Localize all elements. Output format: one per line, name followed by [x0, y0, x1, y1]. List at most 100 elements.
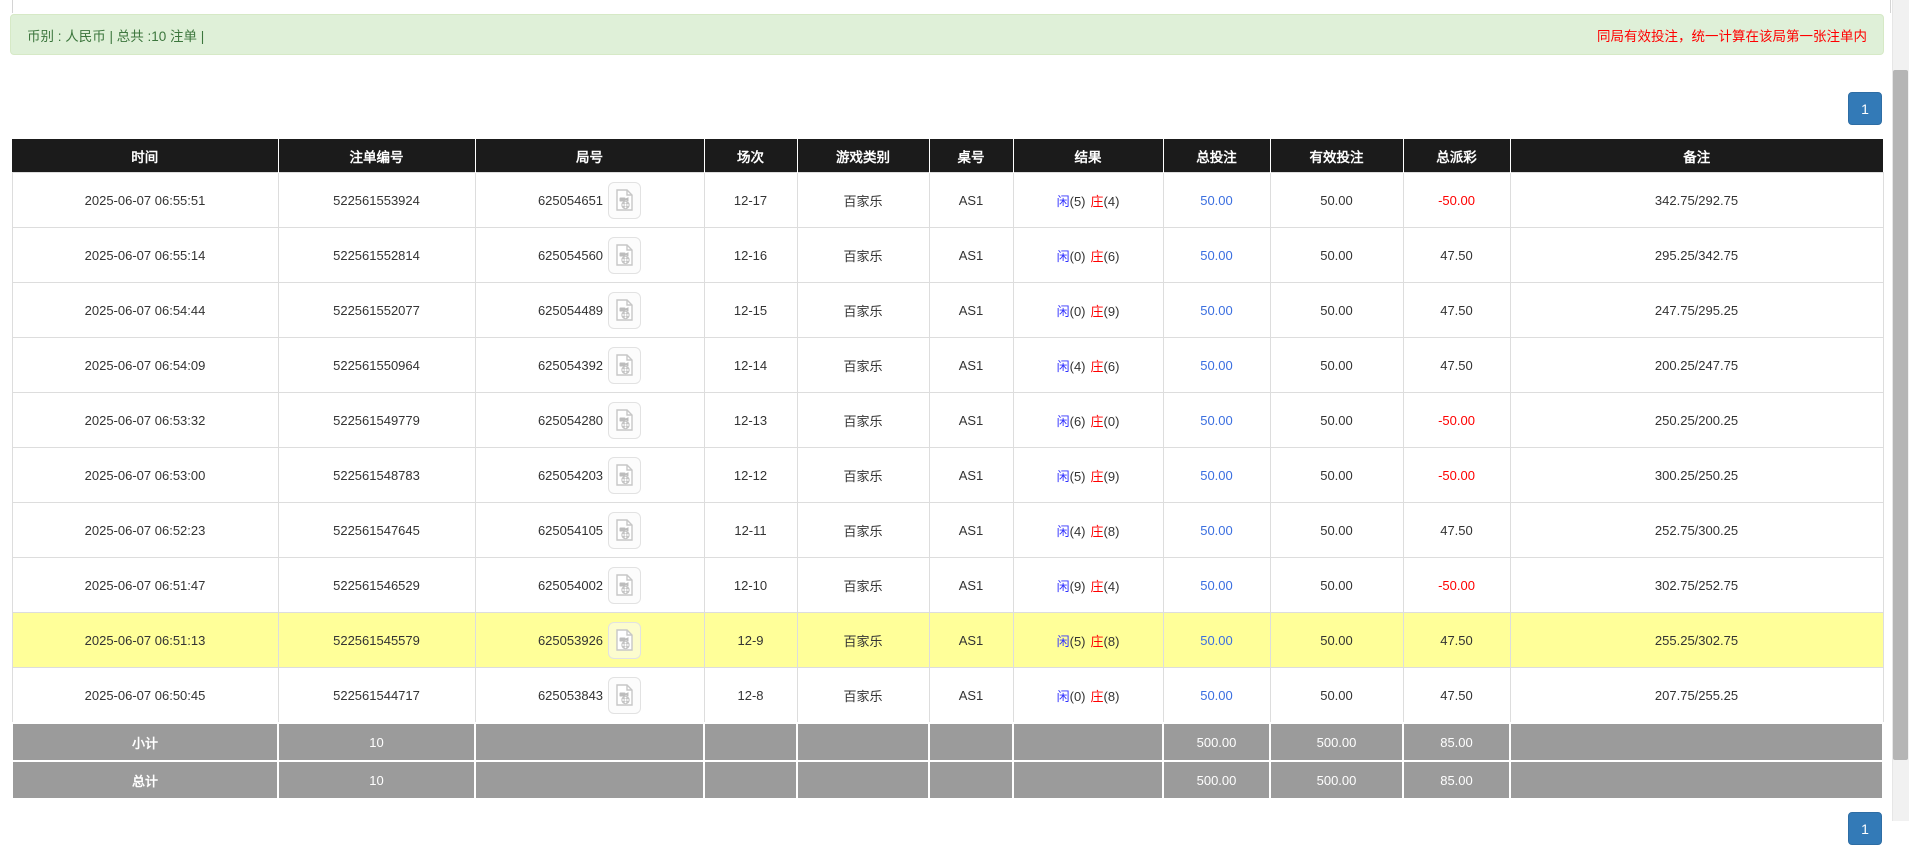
- cell-bet-no: 522561552077: [278, 283, 475, 338]
- subtotal-valid-bet: 500.00: [1270, 723, 1403, 761]
- cell-remark: 300.25/250.25: [1510, 448, 1883, 503]
- table-body: 2025-06-07 06:55:51 522561553924 6250546…: [12, 173, 1883, 724]
- bet-records-table: 时间 注单编号 局号 场次 游戏类别 桌号 结果 总投注 有效投注 总派彩 备注…: [11, 139, 1884, 800]
- cell-result: 闲(9)庄(4): [1013, 558, 1163, 613]
- cell-session: 12-9: [704, 613, 797, 668]
- round-no-text: 625054489: [538, 303, 603, 318]
- col-header-time: 时间: [12, 139, 278, 173]
- table-row[interactable]: 2025-06-07 06:51:47 522561546529 6250540…: [12, 558, 1883, 613]
- cell-valid-bet: 50.00: [1270, 338, 1403, 393]
- cell-game-type: 百家乐: [797, 228, 929, 283]
- banker-result-label: 庄: [1091, 524, 1104, 539]
- table-row[interactable]: 2025-06-07 06:54:09 522561550964 6250543…: [12, 338, 1883, 393]
- col-header-game-type: 游戏类别: [797, 139, 929, 173]
- table-row[interactable]: 2025-06-07 06:50:45 522561544717 6250538…: [12, 668, 1883, 724]
- subtotal-row: 小计 10 500.00 500.00 85.00: [12, 723, 1883, 761]
- col-header-table-no: 桌号: [929, 139, 1013, 173]
- total-valid-bet: 500.00: [1270, 761, 1403, 799]
- video-replay-button[interactable]: [608, 677, 641, 714]
- cell-time: 2025-06-07 06:52:23: [12, 503, 278, 558]
- table-row[interactable]: 2025-06-07 06:52:23 522561547645 6250541…: [12, 503, 1883, 558]
- round-no-text: 625054560: [538, 248, 603, 263]
- banker-result-label: 庄: [1091, 249, 1104, 264]
- vertical-scrollbar[interactable]: [1892, 0, 1909, 821]
- video-replay-button[interactable]: [608, 457, 641, 494]
- player-result-label: 闲: [1057, 304, 1070, 319]
- video-replay-button[interactable]: [608, 512, 641, 549]
- cell-game-type: 百家乐: [797, 503, 929, 558]
- table-row[interactable]: 2025-06-07 06:54:44 522561552077 6250544…: [12, 283, 1883, 338]
- cell-remark: 247.75/295.25: [1510, 283, 1883, 338]
- cell-total-bet: 50.00: [1163, 558, 1270, 613]
- video-replay-icon: [615, 299, 634, 322]
- cell-bet-no: 522561547645: [278, 503, 475, 558]
- round-no-text: 625053843: [538, 688, 603, 703]
- pagination-page-1-bottom[interactable]: 1: [1848, 812, 1882, 845]
- cell-total-payout: 47.50: [1403, 503, 1510, 558]
- banker-result-label: 庄: [1091, 194, 1104, 209]
- cell-table-no: AS1: [929, 613, 1013, 668]
- cell-table-no: AS1: [929, 338, 1013, 393]
- cell-remark: 250.25/200.25: [1510, 393, 1883, 448]
- round-no-text: 625054651: [538, 193, 603, 208]
- total-label: 总计: [12, 761, 278, 799]
- video-replay-icon: [615, 684, 634, 707]
- cell-total-payout: 47.50: [1403, 283, 1510, 338]
- cell-time: 2025-06-07 06:51:47: [12, 558, 278, 613]
- banker-result-label: 庄: [1091, 634, 1104, 649]
- total-count: 10: [278, 761, 475, 799]
- round-no-text: 625054203: [538, 468, 603, 483]
- video-replay-button[interactable]: [608, 182, 641, 219]
- cell-valid-bet: 50.00: [1270, 173, 1403, 228]
- cell-result: 闲(0)庄(9): [1013, 283, 1163, 338]
- table-row[interactable]: 2025-06-07 06:53:32 522561549779 6250542…: [12, 393, 1883, 448]
- cell-remark: 302.75/252.75: [1510, 558, 1883, 613]
- cell-round-no: 625054489: [475, 283, 704, 338]
- cell-round-no: 625054203: [475, 448, 704, 503]
- cell-valid-bet: 50.00: [1270, 503, 1403, 558]
- player-result-label: 闲: [1057, 579, 1070, 594]
- cell-result: 闲(4)庄(8): [1013, 503, 1163, 558]
- player-result-label: 闲: [1057, 689, 1070, 704]
- cell-time: 2025-06-07 06:51:13: [12, 613, 278, 668]
- table-row[interactable]: 2025-06-07 06:55:14 522561552814 6250545…: [12, 228, 1883, 283]
- player-result-label: 闲: [1057, 249, 1070, 264]
- col-header-result: 结果: [1013, 139, 1163, 173]
- cell-table-no: AS1: [929, 228, 1013, 283]
- video-replay-icon: [615, 189, 634, 212]
- cell-session: 12-13: [704, 393, 797, 448]
- cell-bet-no: 522561545579: [278, 613, 475, 668]
- table-row[interactable]: 2025-06-07 06:53:00 522561548783 6250542…: [12, 448, 1883, 503]
- cell-result: 闲(5)庄(9): [1013, 448, 1163, 503]
- video-replay-button[interactable]: [608, 237, 641, 274]
- cell-time: 2025-06-07 06:53:00: [12, 448, 278, 503]
- video-replay-button[interactable]: [608, 292, 641, 329]
- scrollbar-thumb[interactable]: [1893, 70, 1908, 760]
- cell-game-type: 百家乐: [797, 668, 929, 724]
- cell-round-no: 625053843: [475, 668, 704, 724]
- cell-session: 12-15: [704, 283, 797, 338]
- table-row[interactable]: 2025-06-07 06:55:51 522561553924 6250546…: [12, 173, 1883, 228]
- cell-time: 2025-06-07 06:55:51: [12, 173, 278, 228]
- cell-total-payout: 47.50: [1403, 613, 1510, 668]
- cell-total-payout: -50.00: [1403, 393, 1510, 448]
- cell-game-type: 百家乐: [797, 338, 929, 393]
- cell-session: 12-16: [704, 228, 797, 283]
- cell-game-type: 百家乐: [797, 558, 929, 613]
- cell-valid-bet: 50.00: [1270, 668, 1403, 724]
- cell-bet-no: 522561544717: [278, 668, 475, 724]
- subtotal-count: 10: [278, 723, 475, 761]
- table-row[interactable]: 2025-06-07 06:51:13 522561545579 6250539…: [12, 613, 1883, 668]
- cell-round-no: 625053926: [475, 613, 704, 668]
- subtotal-label: 小计: [12, 723, 278, 761]
- pagination-page-1-top[interactable]: 1: [1848, 92, 1882, 125]
- cell-bet-no: 522561549779: [278, 393, 475, 448]
- video-replay-button[interactable]: [608, 347, 641, 384]
- cell-total-bet: 50.00: [1163, 228, 1270, 283]
- video-replay-button[interactable]: [608, 567, 641, 604]
- cell-table-no: AS1: [929, 503, 1013, 558]
- banker-result-label: 庄: [1091, 414, 1104, 429]
- video-replay-button[interactable]: [608, 402, 641, 439]
- video-replay-button[interactable]: [608, 622, 641, 659]
- video-replay-icon: [615, 519, 634, 542]
